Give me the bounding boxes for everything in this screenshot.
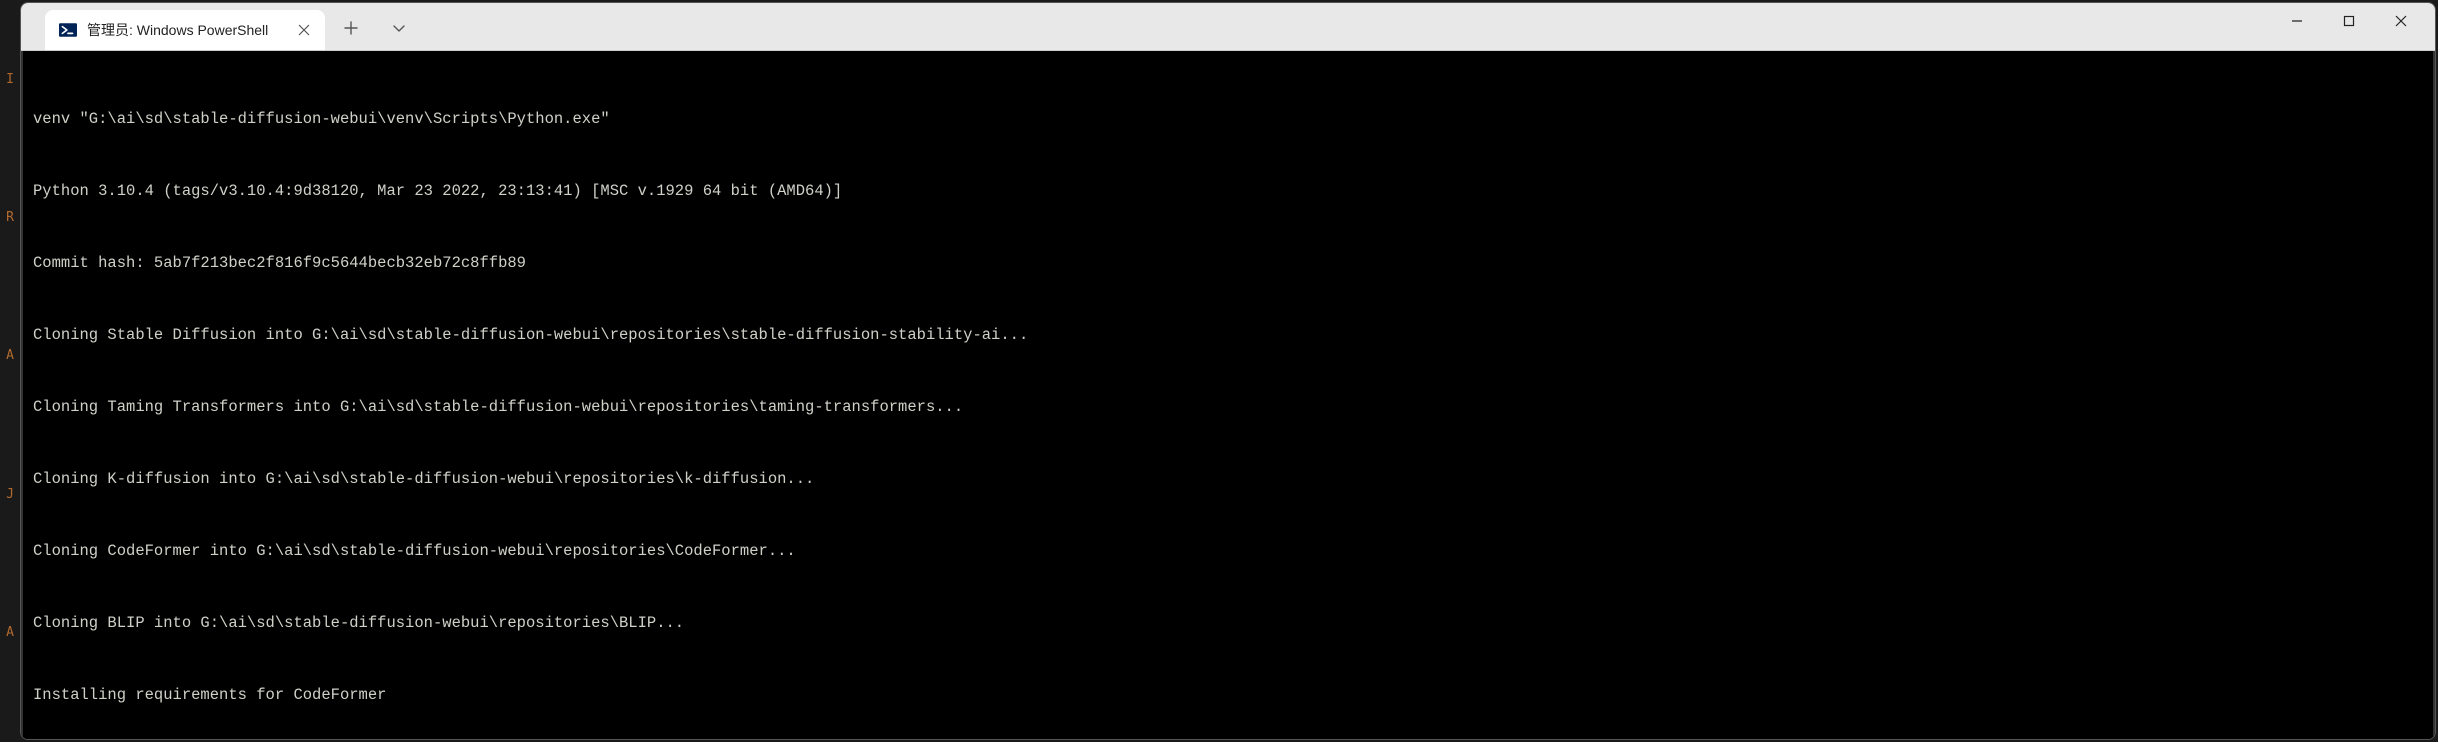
terminal-line: Cloning Taming Transformers into G:\ai\s… [33,395,2423,419]
terminal-body[interactable]: venv "G:\ai\sd\stable-diffusion-webui\ve… [21,51,2435,740]
gutter-char: R [6,210,14,225]
close-button[interactable] [2375,3,2427,39]
maximize-button[interactable] [2323,3,2375,39]
titlebar: 管理员: Windows PowerShell [21,3,2435,51]
gutter-char: A [6,348,14,363]
terminal-line: Python 3.10.4 (tags/v3.10.4:9d38120, Mar… [33,179,2423,203]
terminal-line: Commit hash: 5ab7f213bec2f816f9c5644becb… [33,251,2423,275]
gutter-char: J [6,487,14,502]
gutter-char: I [6,72,14,87]
terminal-line: Cloning BLIP into G:\ai\sd\stable-diffus… [33,611,2423,635]
new-tab-button[interactable] [333,10,369,46]
terminal-window: 管理员: Windows PowerShell [20,2,2436,740]
powershell-icon [59,21,77,39]
tab-area: 管理员: Windows PowerShell [45,3,421,50]
gutter-char: A [6,625,14,640]
minimize-button[interactable] [2271,3,2323,39]
terminal-line: Cloning Stable Diffusion into G:\ai\sd\s… [33,323,2423,347]
tab-dropdown-button[interactable] [381,10,417,46]
terminal-line: Cloning CodeFormer into G:\ai\sd\stable-… [33,539,2423,563]
terminal-output: venv "G:\ai\sd\stable-diffusion-webui\ve… [33,59,2423,740]
terminal-line: Installing requirements for CodeFormer [33,683,2423,707]
window-controls [2271,3,2427,50]
tab-title: 管理员: Windows PowerShell [87,20,268,40]
terminal-line: venv "G:\ai\sd\stable-diffusion-webui\ve… [33,107,2423,131]
terminal-line: Cloning K-diffusion into G:\ai\sd\stable… [33,467,2423,491]
tab-close-button[interactable] [295,21,313,39]
editor-gutter: I R A J A [0,0,20,742]
tab-powershell[interactable]: 管理员: Windows PowerShell [45,10,325,50]
